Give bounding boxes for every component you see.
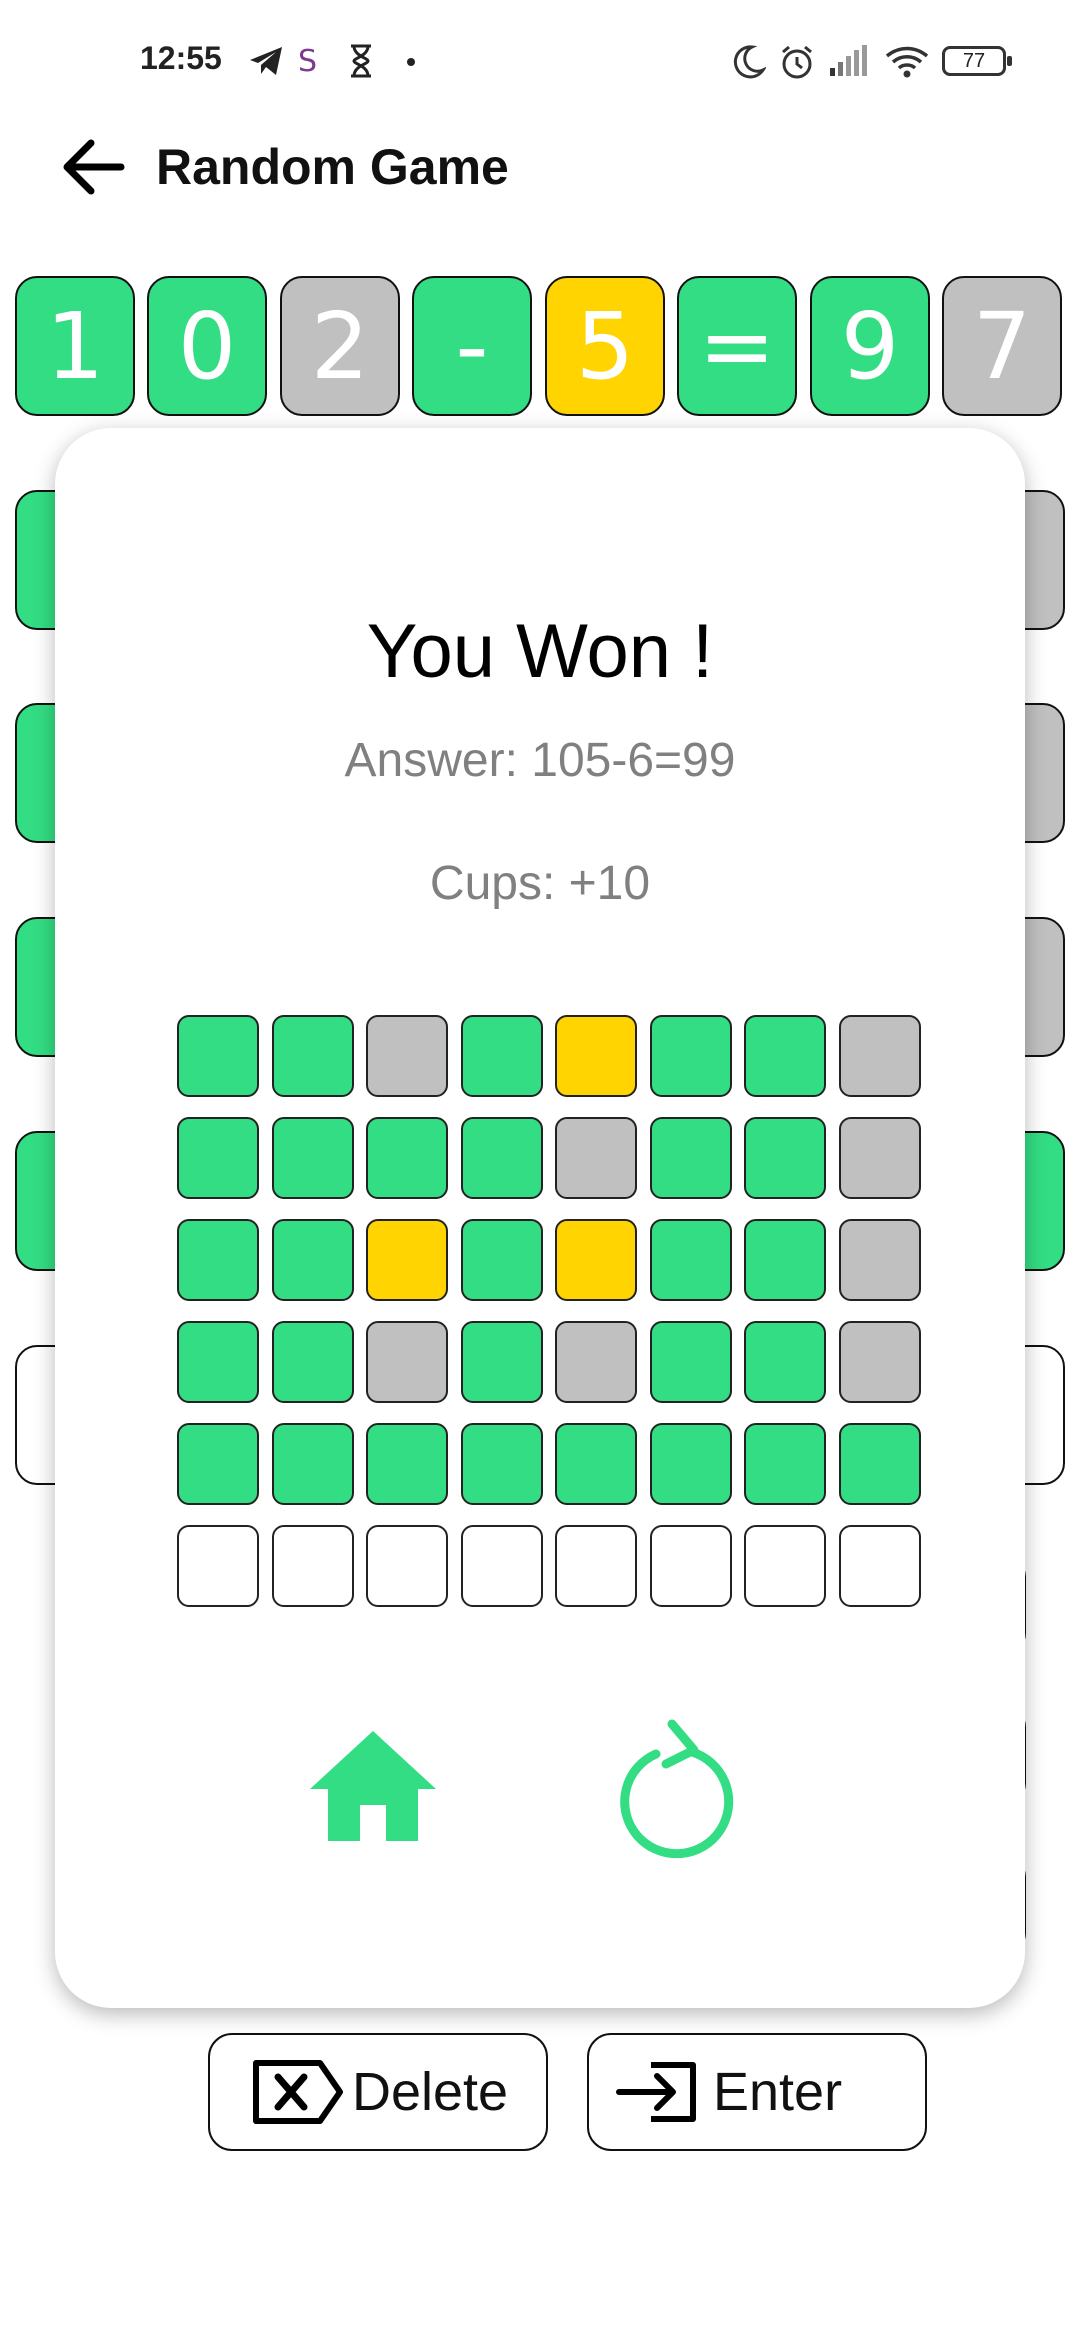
result-cell	[838, 1015, 921, 1097]
board-tile: -	[412, 276, 532, 416]
telegram-icon	[250, 47, 282, 75]
tile-char: 0	[177, 292, 237, 400]
delete-button[interactable]: Delete	[208, 2033, 548, 2151]
result-cell	[271, 1321, 354, 1403]
result-cell	[838, 1219, 921, 1301]
result-cell	[838, 1117, 921, 1199]
result-cell	[649, 1423, 732, 1505]
moon-icon	[733, 45, 766, 79]
result-cell	[555, 1423, 637, 1505]
result-cell	[649, 1219, 732, 1301]
board-tile: 5	[545, 276, 665, 416]
result-cell	[555, 1015, 637, 1097]
board-tile: 0	[147, 276, 267, 416]
replay-button[interactable]	[610, 1718, 740, 1859]
board-tile: =	[677, 276, 797, 416]
home-icon	[310, 1731, 436, 1841]
enter-label: Enter	[713, 2062, 843, 2122]
result-cell	[555, 1219, 637, 1301]
backspace-icon	[253, 2060, 343, 2124]
enter-button[interactable]: Enter	[587, 2033, 927, 2151]
enter-icon	[616, 2062, 696, 2122]
result-cell	[555, 1525, 637, 1607]
result-cell	[460, 1117, 543, 1199]
s-app-icon: S	[298, 44, 317, 78]
result-cell	[555, 1321, 637, 1403]
status-time: 12:55	[140, 40, 222, 76]
result-cell	[649, 1525, 732, 1607]
result-cell	[460, 1423, 543, 1505]
arrow-left-icon	[63, 139, 125, 195]
page-title: Random Game	[156, 139, 509, 195]
board-tile: 1	[15, 276, 135, 416]
result-cell	[744, 1321, 826, 1403]
battery-tip	[1007, 56, 1012, 66]
result-cell	[366, 1117, 448, 1199]
tile-char: 2	[310, 292, 370, 400]
result-cell	[177, 1321, 259, 1403]
result-cell	[177, 1423, 259, 1505]
result-cell	[366, 1321, 448, 1403]
board-tile: 2	[280, 276, 400, 416]
result-cell	[366, 1015, 448, 1097]
result-cell	[649, 1117, 732, 1199]
result-cell	[838, 1423, 921, 1505]
answer-text: Answer: 105-6=99	[344, 734, 736, 787]
result-cell	[177, 1117, 259, 1199]
dot-icon	[407, 58, 415, 66]
result-cell	[649, 1015, 732, 1097]
tile-char: 9	[840, 292, 900, 400]
alarm-icon	[782, 45, 812, 79]
result-cell	[838, 1525, 921, 1607]
result-cell	[460, 1525, 543, 1607]
result-cell	[744, 1219, 826, 1301]
signal-icon	[830, 45, 867, 76]
tile-char: 1	[45, 292, 105, 400]
result-cell	[366, 1219, 448, 1301]
tile-char: =	[698, 292, 776, 400]
result-cell	[271, 1015, 354, 1097]
battery-level: 77	[962, 49, 986, 72]
result-cell	[271, 1219, 354, 1301]
result-cell	[271, 1117, 354, 1199]
home-button[interactable]	[308, 1723, 438, 1853]
tile-char: 5	[575, 292, 635, 400]
svg-text:S: S	[298, 44, 317, 78]
result-cell	[744, 1525, 826, 1607]
result-cell	[555, 1117, 637, 1199]
result-cell	[460, 1321, 543, 1403]
result-cell	[838, 1321, 921, 1403]
battery-icon: 77	[942, 46, 1006, 76]
result-cell	[366, 1525, 448, 1607]
win-dialog: You Won ! Answer: 105-6=99 Cups: +10	[55, 428, 1025, 2008]
result-cell	[177, 1219, 259, 1301]
result-grid	[177, 1015, 921, 1607]
wifi-icon	[885, 46, 929, 78]
tile-char: -	[455, 292, 489, 400]
result-cell	[744, 1423, 826, 1505]
result-cell	[177, 1015, 259, 1097]
result-cell	[744, 1117, 826, 1199]
tile-char: 7	[972, 292, 1032, 400]
board-tile: 9	[810, 276, 930, 416]
cups-reward-text: Cups: +10	[429, 857, 651, 910]
delete-label: Delete	[352, 2062, 509, 2122]
replay-icon	[620, 1719, 734, 1859]
result-cell	[366, 1423, 448, 1505]
result-cell	[271, 1525, 354, 1607]
back-button[interactable]	[55, 130, 135, 210]
result-cell	[460, 1219, 543, 1301]
result-cell	[744, 1015, 826, 1097]
result-cell	[271, 1423, 354, 1505]
board-tile: 7	[942, 276, 1062, 416]
win-title: You Won !	[366, 609, 714, 694]
result-cell	[177, 1525, 259, 1607]
result-cell	[649, 1321, 732, 1403]
hourglass-icon	[351, 44, 371, 78]
result-cell	[460, 1015, 543, 1097]
